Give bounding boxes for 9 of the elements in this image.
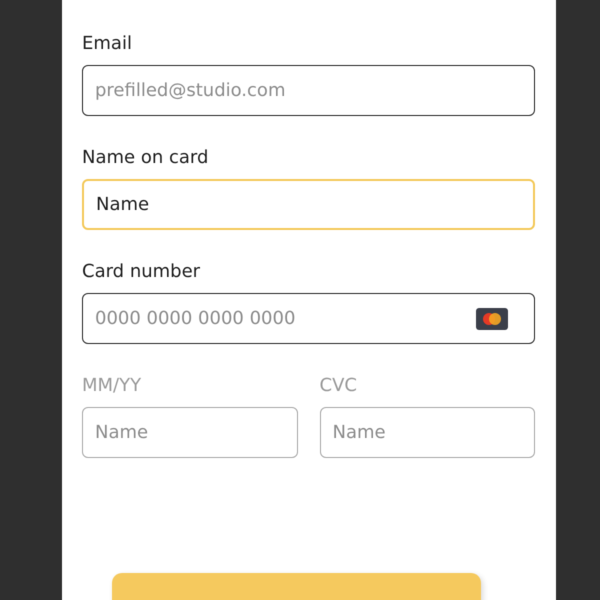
field-label: CVC [320,374,358,398]
input-field[interactable]: 0000 0000 0000 0000 [82,293,535,344]
card-brand-icon [476,308,508,330]
field-label: Email [82,32,133,56]
field-label: Card number [82,260,202,284]
input-field[interactable]: prefilled@studio.com [82,65,535,116]
field-label: Name on card [82,146,210,170]
field-label: MM/YY [82,374,142,398]
input-field[interactable]: Name [82,179,535,230]
